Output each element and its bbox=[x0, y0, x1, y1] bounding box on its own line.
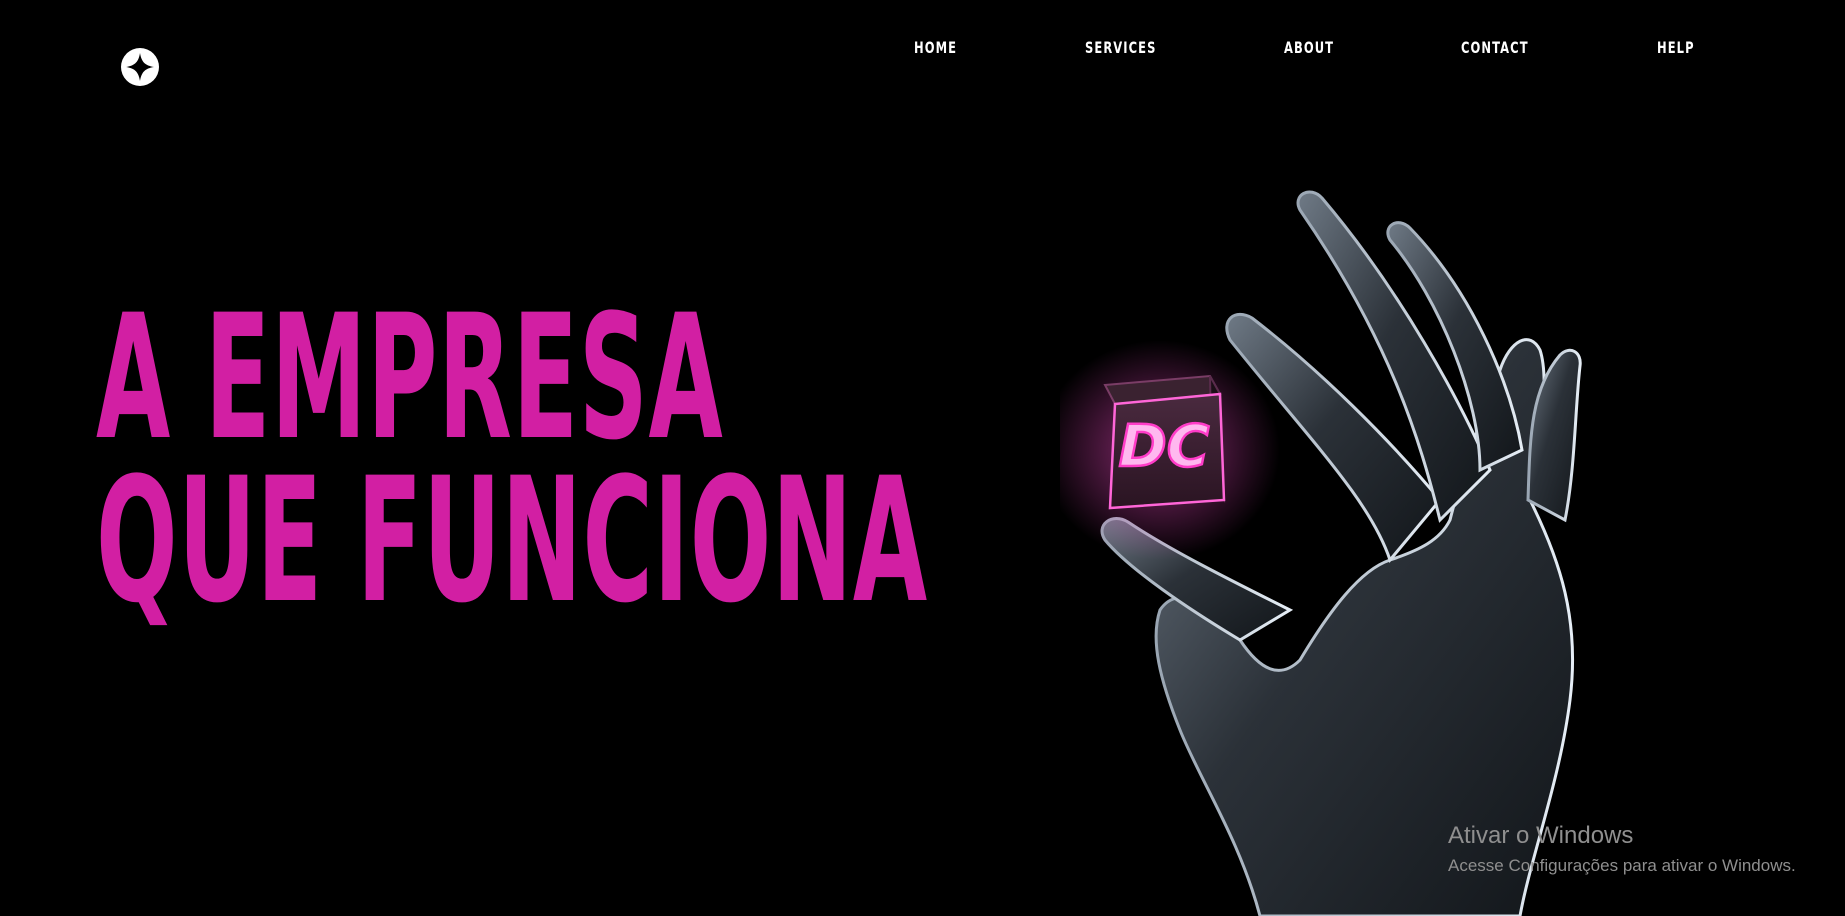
nav-link-home[interactable]: HOME bbox=[914, 38, 957, 57]
windows-activation-subtitle: Acesse Configurações para ativar o Windo… bbox=[1448, 856, 1796, 875]
nav-link-about[interactable]: ABOUT bbox=[1284, 38, 1334, 57]
cube-dc-label: DC bbox=[1119, 412, 1210, 480]
main-nav: HOME SERVICES ABOUT CONTACT HELP bbox=[0, 38, 1845, 62]
nav-link-contact[interactable]: CONTACT bbox=[1461, 38, 1529, 57]
nav-link-help[interactable]: HELP bbox=[1657, 38, 1695, 57]
hero-title-line-2: QUE FUNCIONA bbox=[96, 440, 928, 641]
landing-page: HOME SERVICES ABOUT CONTACT HELP A EMPRE… bbox=[0, 0, 1845, 916]
windows-activation-title: Ativar o Windows bbox=[1448, 822, 1634, 849]
hand-holding-cube-image: DC bbox=[1040, 140, 1620, 916]
windows-activation-watermark: Ativar o Windows Acesse Configurações pa… bbox=[1448, 822, 1796, 876]
hero-title: A EMPRESA QUE FUNCIONA bbox=[96, 277, 928, 641]
nav-link-services[interactable]: SERVICES bbox=[1085, 38, 1157, 57]
hero-title-line-1: A EMPRESA bbox=[96, 277, 724, 478]
